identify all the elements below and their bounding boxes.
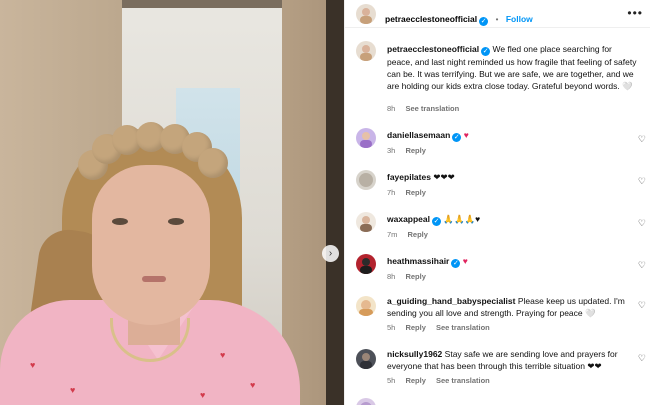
verified-icon: ✓ (452, 133, 462, 142)
comment-item: heathmassihair ✓ ♥ 8h Reply ♡ (345, 252, 650, 288)
caption-time: 8h (387, 104, 396, 113)
heart-outline-icon[interactable]: ♡ (638, 300, 646, 311)
verified-icon: ✓ (451, 259, 461, 268)
verified-icon: ✓ (481, 47, 491, 56)
comment-item: daniellasemaan ✓ ♥ 3h Reply ♡ (345, 126, 650, 162)
header-separator: • (495, 15, 499, 24)
author-username[interactable]: petraecclestoneofficial (385, 14, 477, 24)
shirt-print: ♥ (30, 360, 36, 370)
door-frame (122, 0, 282, 8)
caption-username[interactable]: petraecclestoneofficial (387, 44, 479, 54)
commenter-avatar[interactable] (356, 254, 376, 274)
comment-username[interactable]: daniellasemaan (387, 130, 450, 140)
comment-username[interactable]: a_guiding_hand_babyspecialist (387, 296, 515, 306)
comment-item: a_guiding_hand_babyspecialist Please kee… (345, 294, 650, 340)
commenter-avatar[interactable] (356, 398, 376, 405)
comment-item: nicksully1962 Stay safe we are sending l… (345, 347, 650, 393)
heart-outline-icon[interactable]: ♡ (638, 260, 646, 271)
comment-time: 7m (387, 230, 398, 239)
author-avatar[interactable] (356, 41, 376, 61)
comment-item: waxappeal ✓ 🙏🙏🙏♥ 7m Reply ♡ (345, 210, 650, 246)
heart-outline-icon[interactable]: ♡ (638, 353, 646, 364)
see-translation-link[interactable]: See translation (405, 104, 459, 113)
verified-icon: ✓ (479, 17, 489, 26)
comment-username[interactable]: waxappeal (387, 214, 430, 224)
heart-outline-icon[interactable]: ♡ (638, 176, 646, 187)
comment-time: 5h (387, 376, 396, 385)
commenter-avatar[interactable] (356, 296, 376, 316)
reply-button[interactable]: Reply (405, 146, 425, 155)
comment-text: ♥ (463, 130, 469, 140)
reply-button[interactable]: Reply (405, 376, 425, 385)
reply-button[interactable]: Reply (405, 323, 425, 332)
commenter-avatar[interactable] (356, 212, 376, 232)
comment-time: 3h (387, 146, 396, 155)
comment-text: ♥ (462, 256, 468, 266)
shirt-print: ♥ (70, 385, 76, 395)
comments-panel: petraecclestoneofficial ✓ • Follow ••• pe… (344, 0, 650, 405)
author-avatar[interactable] (356, 4, 376, 24)
comment-username[interactable]: heathmassihair (387, 256, 449, 266)
comment-text: 🙏🙏🙏♥ (443, 214, 481, 224)
chevron-right-icon: › (328, 248, 333, 259)
commenter-avatar[interactable] (356, 128, 376, 148)
comment-time: 5h (387, 323, 396, 332)
reply-button[interactable]: Reply (405, 188, 425, 197)
person-mouth (142, 276, 166, 282)
comment-time: 8h (387, 272, 396, 281)
next-media-button[interactable]: › (322, 245, 339, 262)
comment-time: 7h (387, 188, 396, 197)
follow-button[interactable]: Follow (506, 14, 533, 24)
heart-outline-icon[interactable]: ♡ (638, 134, 646, 145)
post-caption: petraecclestoneofficial ✓ We fled one pla… (345, 36, 650, 116)
reply-button[interactable]: Reply (408, 230, 428, 239)
shirt-print: ♥ (220, 350, 226, 360)
comment-username[interactable]: nicksully1962 (387, 349, 442, 359)
person-headband (78, 122, 228, 182)
background-edge (326, 0, 344, 405)
comment-text: ❤❤❤ (433, 172, 455, 182)
heart-outline-icon[interactable]: ♡ (638, 218, 646, 229)
see-translation-link[interactable]: See translation (436, 323, 490, 332)
commenter-avatar[interactable] (356, 349, 376, 369)
post-header: petraecclestoneofficial ✓ • Follow ••• (345, 0, 650, 28)
see-translation-link[interactable]: See translation (436, 376, 490, 385)
comment-item: fayepilates ❤❤❤ 7h Reply ♡ (345, 168, 650, 204)
more-options-icon[interactable]: ••• (627, 6, 643, 20)
commenter-avatar[interactable] (356, 170, 376, 190)
post-media[interactable]: ♥ ♥ ♥ ♥ ♥ › (0, 0, 344, 405)
person-eye-right (168, 218, 184, 225)
reply-button[interactable]: Reply (405, 272, 425, 281)
comment-username[interactable]: fayepilates (387, 172, 431, 182)
verified-icon: ✓ (432, 217, 441, 226)
person-eye-left (112, 218, 128, 225)
shirt-print: ♥ (200, 390, 206, 400)
person-face (92, 165, 210, 325)
shirt-print: ♥ (250, 380, 256, 390)
